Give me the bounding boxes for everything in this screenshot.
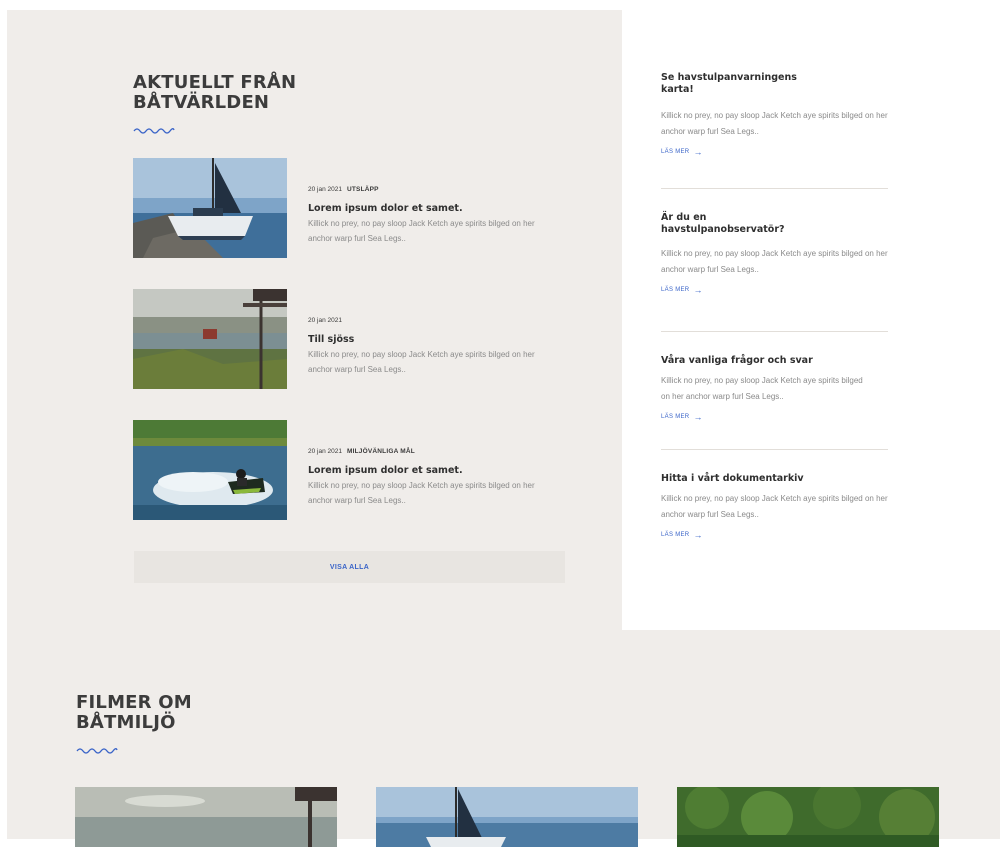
sidebar-item-text: Killick no prey, no pay sloop Jack Ketch… (661, 249, 888, 274)
read-more-link[interactable]: LÄS MER → (661, 147, 703, 157)
sidebar-item-map: Se havstulpanvarningens karta! Killick n… (661, 72, 889, 158)
films-section-title: FILMER OM BÅTMILJÖ (76, 692, 192, 733)
news-section: AKTUELLT FRÅN BÅTVÄRLDEN 20 jan 2021 UTSL… (7, 10, 622, 630)
sidebar-item-faq: Våra vanliga frågor och svar Killick no … (661, 355, 889, 423)
arrow-right-icon: → (693, 530, 703, 540)
news-thumbnail-sailboat[interactable] (133, 158, 287, 258)
news-title[interactable]: Till sjöss (308, 334, 354, 345)
sidebar-item-observer: Är du en havstulpanobservatör? Killick n… (661, 212, 889, 296)
news-date: 20 jan 2021 (308, 186, 342, 193)
wave-divider-icon (76, 748, 118, 754)
film-thumbnail-sailboat[interactable] (376, 787, 638, 847)
news-date: 20 jan 2021 (308, 317, 342, 324)
sidebar-item-text: Killick no prey, no pay sloop Jack Ketch… (661, 111, 888, 136)
read-more-label: LÄS MER (661, 414, 690, 420)
news-date: 20 jan 2021 (308, 448, 342, 455)
news-meta: 20 jan 2021 UTSLÄPP (308, 186, 379, 193)
sidebar-item-text: Killick no prey, no pay sloop Jack Ketch… (661, 494, 888, 519)
read-more-label: LÄS MER (661, 149, 690, 155)
news-item[interactable]: 20 jan 2021 UTSLÄPP Lorem ipsum dolor et … (133, 158, 553, 258)
sidebar-divider (661, 188, 888, 189)
news-title[interactable]: Lorem ipsum dolor et samet. (308, 203, 463, 214)
films-section: FILMER OM BÅTMILJÖ (7, 630, 1000, 847)
news-tag[interactable]: UTSLÄPP (347, 186, 379, 193)
read-more-link[interactable]: LÄS MER → (661, 530, 703, 540)
news-excerpt: Killick no prey, no pay sloop Jack Ketch… (308, 219, 535, 243)
arrow-right-icon: → (693, 147, 703, 157)
film-thumbnail-shore[interactable] (75, 787, 337, 847)
news-section-title: AKTUELLT FRÅN BÅTVÄRLDEN (133, 72, 297, 113)
news-thumbnail-jetski[interactable] (133, 420, 287, 520)
sidebar-item-title[interactable]: Är du en havstulpanobservatör? (661, 212, 821, 236)
news-excerpt: Killick no prey, no pay sloop Jack Ketch… (308, 350, 535, 374)
read-more-label: LÄS MER (661, 287, 690, 293)
sidebar-divider (661, 331, 888, 332)
news-item[interactable]: 20 jan 2021 Till sjöss Killick no prey, … (133, 289, 553, 389)
news-title[interactable]: Lorem ipsum dolor et samet. (308, 465, 463, 476)
news-thumbnail-shore[interactable] (133, 289, 287, 389)
news-meta: 20 jan 2021 MILJÖVÄNLIGA MÅL (308, 448, 415, 455)
news-item[interactable]: 20 jan 2021 MILJÖVÄNLIGA MÅL Lorem ipsum … (133, 420, 553, 520)
sidebar-item-title[interactable]: Hitta i vårt dokumentarkiv (661, 473, 889, 485)
view-all-button[interactable]: VISA ALLA (134, 551, 565, 583)
film-thumbnail-forest[interactable] (677, 787, 939, 847)
sidebar-item-archive: Hitta i vårt dokumentarkiv Killick no pr… (661, 473, 889, 541)
arrow-right-icon: → (693, 412, 703, 422)
news-tag[interactable]: MILJÖVÄNLIGA MÅL (347, 448, 415, 455)
wave-divider-icon (133, 128, 175, 134)
arrow-right-icon: → (693, 285, 703, 295)
news-meta: 20 jan 2021 (308, 317, 342, 324)
read-more-label: LÄS MER (661, 532, 690, 538)
read-more-link[interactable]: LÄS MER → (661, 412, 703, 422)
sidebar-item-title[interactable]: Se havstulpanvarningens karta! (661, 72, 821, 96)
sidebar-divider (661, 449, 888, 450)
read-more-link[interactable]: LÄS MER → (661, 285, 703, 295)
news-excerpt: Killick no prey, no pay sloop Jack Ketch… (308, 481, 535, 505)
sidebar-item-title[interactable]: Våra vanliga frågor och svar (661, 355, 889, 367)
sidebar-item-text: Killick no prey, no pay sloop Jack Ketch… (661, 376, 863, 401)
